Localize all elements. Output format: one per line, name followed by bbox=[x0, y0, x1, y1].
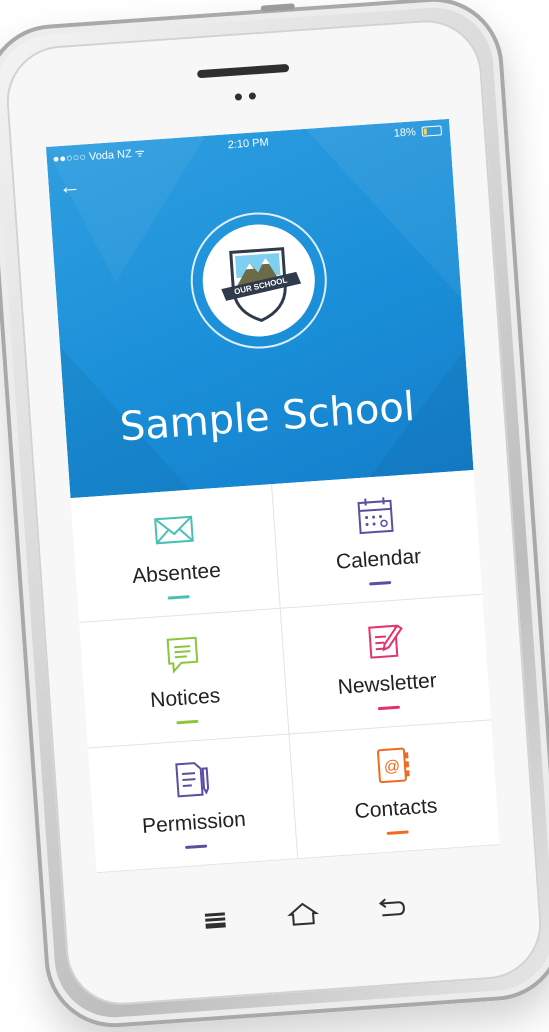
menu-tile-calendar[interactable]: Calendar bbox=[272, 470, 482, 609]
tile-underline bbox=[176, 720, 198, 725]
battery-indicator: 18% bbox=[393, 124, 442, 139]
logo-badge: OUR SCHOOL bbox=[199, 221, 319, 341]
contacts-book-icon: @ bbox=[369, 742, 416, 789]
tile-underline bbox=[185, 845, 207, 850]
menu-tile-contacts[interactable]: @ Contacts bbox=[289, 720, 499, 859]
menu-label-calendar: Calendar bbox=[335, 545, 422, 575]
envelope-icon bbox=[150, 506, 197, 553]
menu-grid: Absentee Calendar bbox=[71, 470, 500, 873]
tile-underline bbox=[167, 595, 189, 600]
tile-underline bbox=[378, 706, 400, 711]
speech-bubble-icon bbox=[159, 631, 206, 678]
svg-text:@: @ bbox=[383, 758, 400, 776]
tile-underline bbox=[387, 831, 409, 836]
menu-tile-newsletter[interactable]: Newsletter bbox=[281, 595, 491, 734]
shield-icon: OUR SCHOOL bbox=[199, 221, 319, 341]
battery-percent: 18% bbox=[393, 126, 416, 140]
app-screen: ●●○○○ Voda NZ ᯤ 2:10 PM 18% ← bbox=[46, 119, 500, 873]
menu-label-absentee: Absentee bbox=[131, 559, 221, 589]
tile-underline bbox=[369, 581, 391, 586]
menu-tile-absentee[interactable]: Absentee bbox=[71, 484, 281, 623]
header-banner: ●●○○○ Voda NZ ᯤ 2:10 PM 18% ← bbox=[46, 119, 474, 498]
newsletter-edit-icon bbox=[361, 617, 408, 664]
permission-document-icon bbox=[167, 756, 214, 803]
menu-label-newsletter: Newsletter bbox=[337, 669, 438, 700]
battery-icon bbox=[421, 125, 442, 136]
calendar-icon bbox=[352, 492, 399, 539]
menu-tile-permission[interactable]: Permission bbox=[88, 734, 298, 873]
recent-apps-icon[interactable] bbox=[197, 904, 233, 936]
menu-label-notices: Notices bbox=[150, 684, 222, 713]
menu-label-contacts: Contacts bbox=[354, 795, 438, 825]
back-icon[interactable] bbox=[373, 892, 409, 924]
menu-tile-notices[interactable]: Notices bbox=[79, 609, 289, 748]
phone-device: ●●○○○ Voda NZ ᯤ 2:10 PM 18% ← bbox=[0, 0, 549, 1032]
home-icon[interactable] bbox=[285, 898, 321, 930]
menu-label-permission: Permission bbox=[141, 808, 246, 839]
school-logo: OUR SCHOOL bbox=[186, 208, 331, 353]
back-arrow-icon[interactable]: ← bbox=[58, 172, 86, 200]
